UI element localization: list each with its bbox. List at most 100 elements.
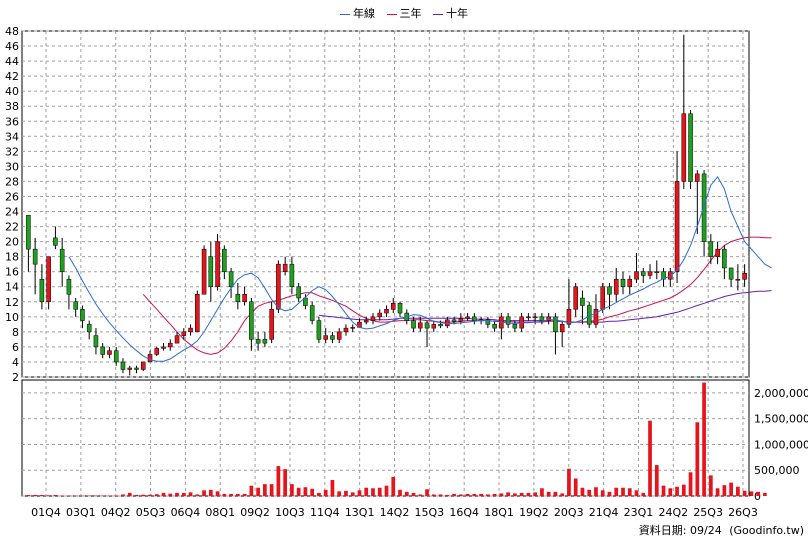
- candle-body: [728, 267, 734, 280]
- candle-body: [695, 173, 700, 182]
- volume-bar: [654, 465, 659, 496]
- volume-bar: [513, 493, 517, 496]
- candle-body: [282, 263, 288, 272]
- volume-bar: [648, 420, 652, 496]
- volume-bar: [80, 495, 85, 497]
- candle-body: [593, 309, 599, 325]
- candle-body: [222, 248, 227, 272]
- volume-bar: [350, 492, 355, 496]
- candle-body: [188, 327, 193, 333]
- volume-bar: [722, 485, 727, 496]
- volume-bar: [634, 490, 639, 496]
- volume-bar: [621, 487, 625, 496]
- candle-body: [323, 335, 328, 340]
- volume-bar: [540, 488, 544, 496]
- candle-body: [573, 286, 578, 310]
- volume-bar: [668, 488, 673, 496]
- volume-bar: [729, 482, 733, 496]
- candle-body: [161, 346, 166, 349]
- x-tick-label: 04Q2: [101, 506, 131, 519]
- candle-body: [276, 263, 281, 310]
- candle-body: [424, 322, 430, 329]
- candle-body: [377, 312, 383, 318]
- volume-bar: [695, 422, 700, 496]
- volume-bar: [337, 491, 342, 496]
- volume-bar: [283, 469, 288, 496]
- volume-bar: [114, 495, 119, 496]
- volume-bar: [181, 492, 186, 496]
- candle-body: [107, 350, 112, 355]
- candle-body: [654, 271, 660, 273]
- volume-bar: [107, 495, 112, 496]
- candle-body: [438, 324, 443, 327]
- candle-body: [93, 335, 99, 348]
- volume-panel-frame: [21, 379, 750, 497]
- volume-bar: [100, 495, 105, 496]
- candle-body: [215, 241, 220, 287]
- volume-bar: [26, 494, 31, 496]
- volume-bar: [276, 466, 281, 496]
- volume-bar: [404, 491, 409, 496]
- price-tick-label: 8: [12, 326, 19, 339]
- candle-body: [140, 361, 146, 370]
- candle-body: [674, 181, 680, 272]
- volume-bar: [391, 476, 396, 496]
- x-tick-label: 19Q2: [519, 506, 549, 519]
- volume-bar: [438, 494, 443, 496]
- volume-bar: [492, 493, 497, 496]
- volume-bar: [607, 491, 612, 496]
- volume-bar: [344, 490, 348, 496]
- candle-body: [418, 322, 423, 329]
- candle-body: [742, 272, 747, 280]
- candle-body: [289, 263, 295, 287]
- candle-body: [262, 339, 268, 344]
- candle-body: [86, 324, 92, 333]
- x-tick-label: 10Q3: [275, 506, 305, 519]
- candle-body: [722, 248, 727, 269]
- volume-bar: [533, 492, 538, 496]
- volume-bar: [418, 494, 423, 496]
- volume-bar: [580, 487, 585, 496]
- x-tick-label: 03Q1: [66, 506, 96, 519]
- candle-body: [228, 271, 234, 287]
- volume-tick-label: 2,000,000: [754, 387, 808, 400]
- volume-bar: [46, 495, 51, 496]
- price-tick-label: 2: [12, 371, 19, 384]
- x-tick-label: 23Q1: [624, 506, 654, 519]
- candle-body: [363, 320, 369, 323]
- volume-bar: [499, 493, 504, 496]
- candle-body: [154, 348, 160, 355]
- volume-bar: [736, 486, 740, 496]
- price-tick-label: 26: [5, 190, 19, 203]
- candle-body: [134, 367, 139, 370]
- price-panel-frame: [21, 30, 750, 378]
- candle-body: [269, 309, 274, 340]
- candle-body: [708, 241, 714, 257]
- x-tick-label: 06Q4: [171, 506, 201, 519]
- volume-bar: [229, 493, 233, 496]
- volume-bar: [303, 487, 308, 496]
- volume-bar: [208, 489, 213, 496]
- volume-bar: [60, 495, 65, 496]
- candle-body: [336, 331, 342, 340]
- volume-bar: [594, 487, 598, 496]
- volume-bar: [411, 492, 416, 496]
- candle-body: [411, 320, 416, 329]
- candle-body: [343, 327, 349, 333]
- volume-bar: [161, 492, 166, 496]
- volume-bar: [398, 489, 402, 496]
- candle-body: [559, 324, 565, 333]
- candle-body: [113, 350, 119, 363]
- volume-bar: [445, 494, 450, 496]
- candle-body: [384, 309, 389, 314]
- candle-body: [309, 305, 315, 321]
- candle-body: [350, 327, 355, 329]
- volume-bar: [384, 485, 389, 496]
- candle-body: [532, 316, 538, 319]
- candle-body: [26, 215, 31, 250]
- candle-body: [195, 294, 200, 333]
- candle-body: [397, 303, 403, 314]
- volume-bar: [195, 494, 200, 496]
- candle-body: [120, 361, 126, 370]
- x-tick-label: 09Q2: [240, 506, 270, 519]
